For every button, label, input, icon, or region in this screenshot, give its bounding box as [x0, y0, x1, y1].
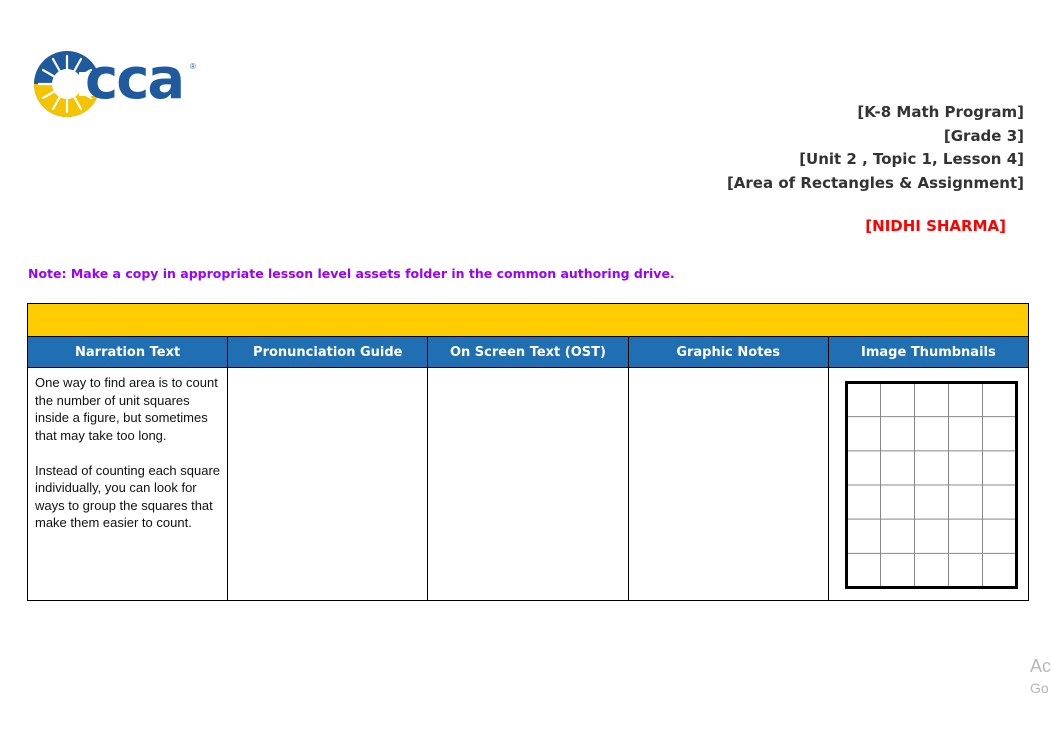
column-header-pronunciation: Pronunciation Guide	[227, 336, 429, 368]
pronunciation-cell[interactable]	[227, 367, 429, 601]
column-header-thumbnails: Image Thumbnails	[827, 336, 1030, 368]
narration-paragraph: One way to find area is to count the num…	[35, 375, 218, 443]
table-header-row: Narration Text Pronunciation Guide On Sc…	[26, 336, 1030, 368]
lesson-title: [Area of Rectangles & Assignment]	[726, 173, 1024, 192]
storyboard-table: Narration Text Pronunciation Guide On Sc…	[26, 303, 1030, 601]
column-header-ost: On Screen Text (OST)	[427, 336, 629, 368]
thumbnail-cell[interactable]	[827, 367, 1030, 601]
narration-paragraph: Instead of counting each square individu…	[35, 462, 221, 531]
registered-mark: ®	[190, 62, 196, 71]
activate-windows-watermark: Ac Go	[1030, 655, 1051, 699]
narration-cell[interactable]: One way to find area is to count the num…	[26, 367, 229, 601]
table-row: One way to find area is to count the num…	[26, 367, 1030, 601]
watermark-line-1: Ac	[1030, 656, 1052, 676]
cca-logo: cca ®	[33, 42, 203, 124]
author-name: [NIDHI SHARMA]	[865, 217, 1006, 235]
table-header-bar	[27, 303, 1029, 336]
graphic-notes-cell[interactable]	[627, 367, 829, 601]
copy-note: Note: Make a copy in appropriate lesson …	[28, 266, 675, 281]
unit-topic-lesson-label: [Unit 2 , Topic 1, Lesson 4]	[799, 150, 1024, 168]
ost-cell[interactable]	[427, 367, 629, 601]
logo-wordmark: cca	[85, 47, 185, 112]
document-meta: [K-8 Math Program] [Grade 3] [Unit 2 , T…	[727, 101, 1024, 195]
unit-square-grid-thumbnail	[844, 381, 1018, 589]
program-label: [K-8 Math Program]	[857, 103, 1024, 121]
column-header-narration: Narration Text	[26, 336, 229, 368]
column-header-graphic-notes: Graphic Notes	[627, 336, 829, 368]
watermark-line-2: Go	[1030, 680, 1049, 696]
grade-label: [Grade 3]	[943, 126, 1024, 145]
